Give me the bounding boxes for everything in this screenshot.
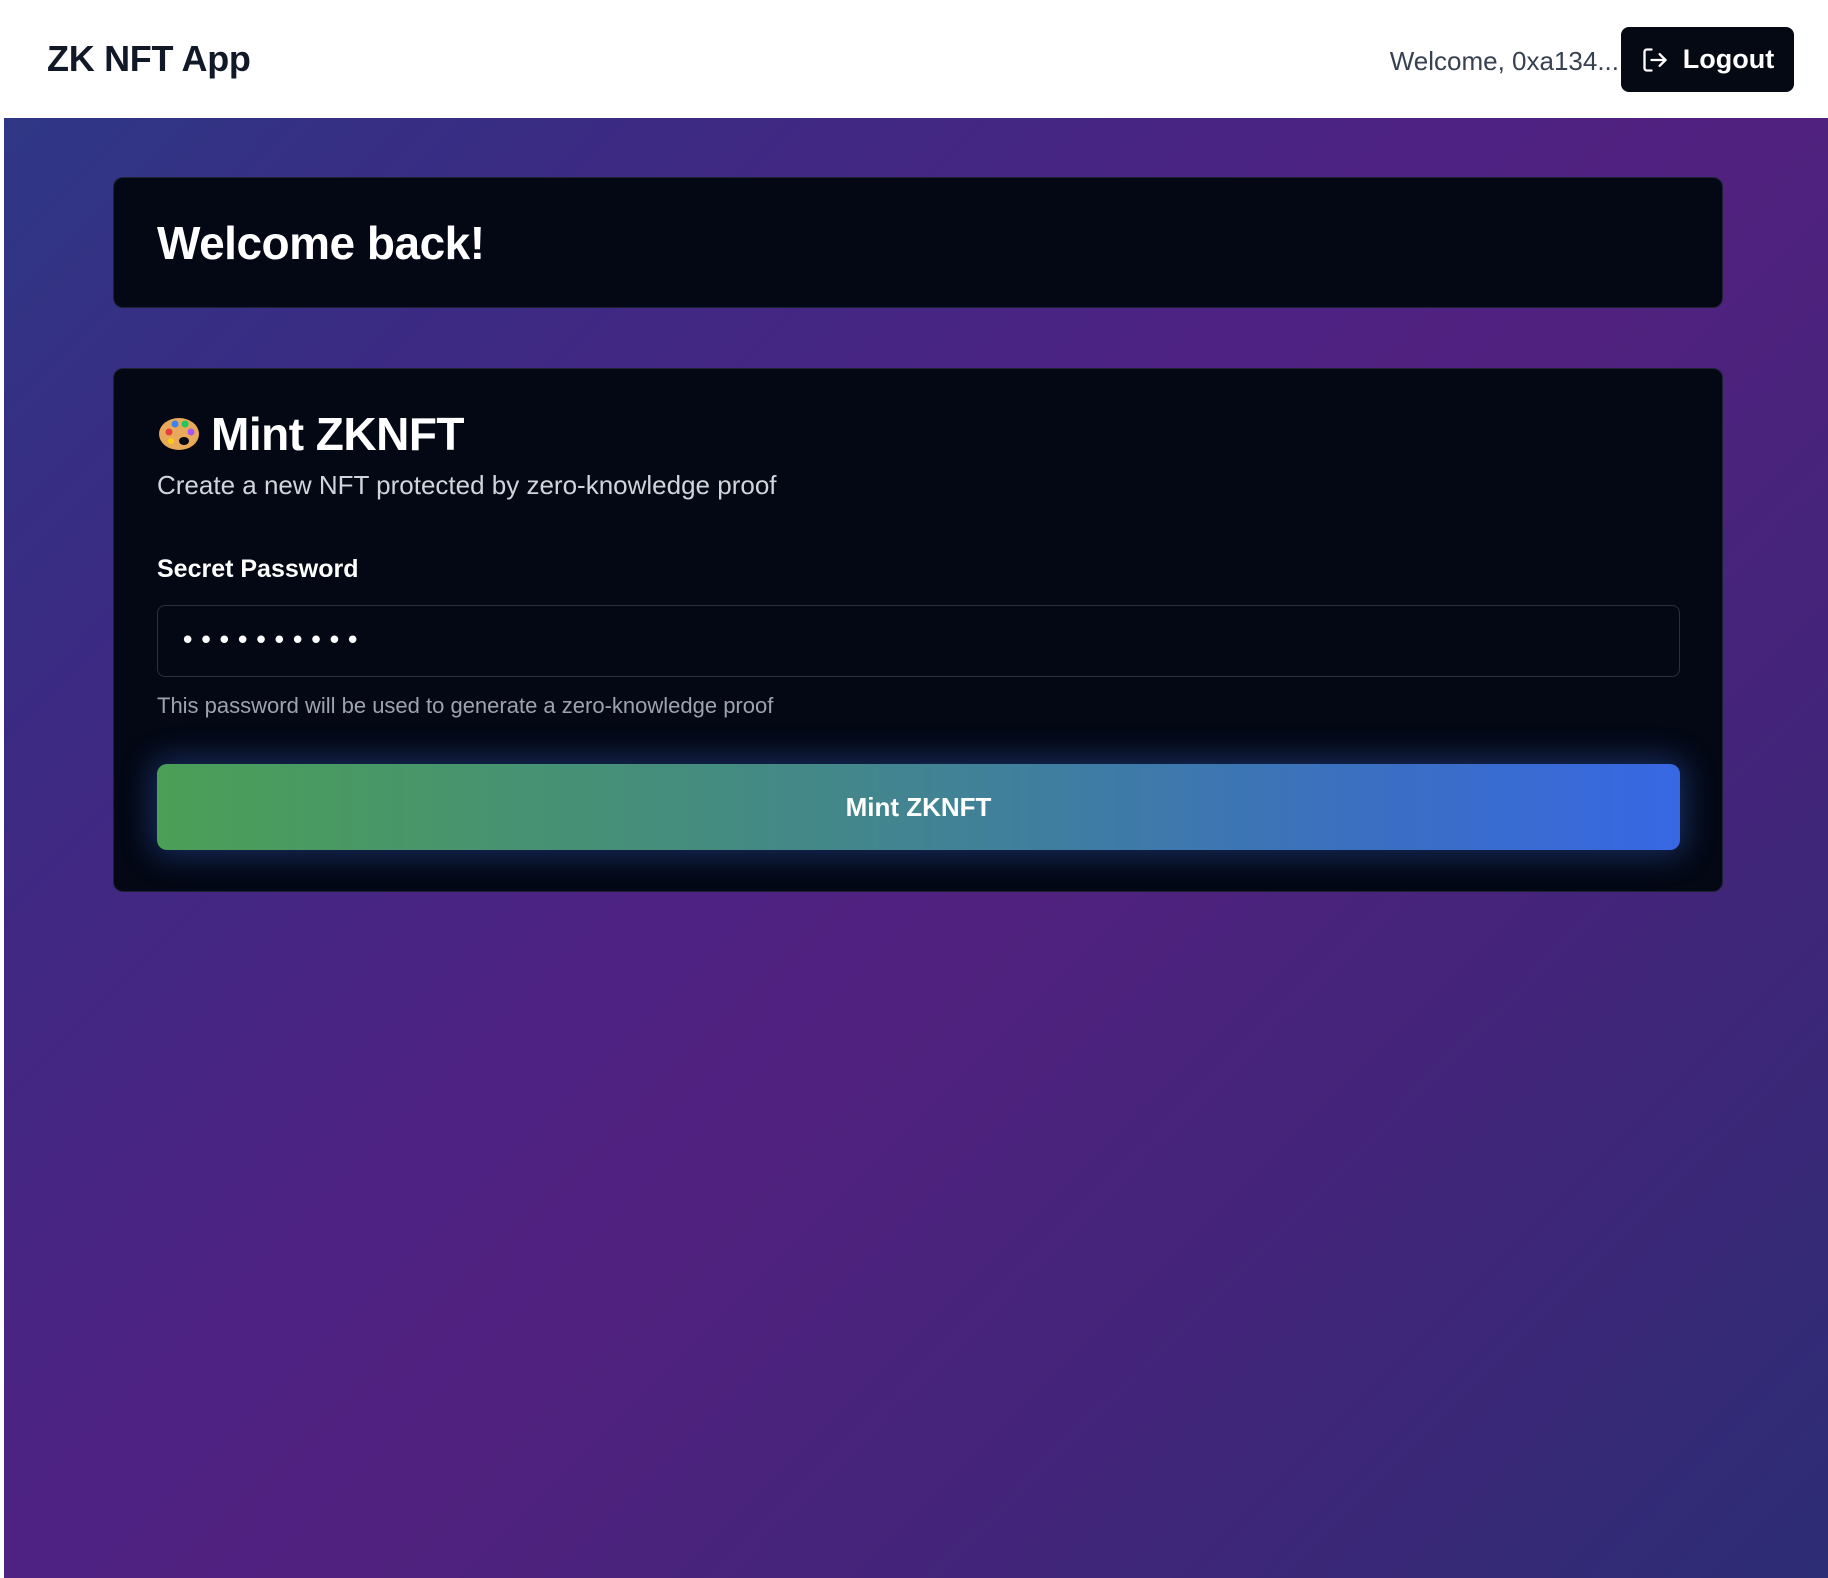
logout-label: Logout [1682, 44, 1775, 74]
app-brand[interactable]: ZK NFT App [47, 38, 251, 80]
mint-zknft-button[interactable]: Mint ZKNFT [157, 764, 1680, 850]
mint-subtitle: Create a new NFT protected by zero-knowl… [157, 470, 777, 500]
welcome-user-text: Welcome, 0xa134... [1389, 46, 1619, 76]
password-label: Secret Password [157, 555, 359, 583]
palette-icon [159, 418, 199, 450]
welcome-heading: Welcome back! [157, 217, 485, 269]
app-background: ZK NFT App Welcome, 0xa134... Logout Wel… [4, 2, 1828, 1578]
mint-card: Mint ZKNFT Create a new NFT protected by… [113, 368, 1723, 892]
password-hint: This password will be used to generate a… [157, 693, 774, 718]
top-navbar: ZK NFT App Welcome, 0xa134... Logout [4, 2, 1828, 118]
mint-title-row: Mint ZKNFT [157, 407, 465, 461]
logout-button[interactable]: Logout [1621, 27, 1794, 92]
logout-icon [1643, 47, 1667, 72]
secret-password-input[interactable] [157, 605, 1680, 677]
welcome-card: Welcome back! [113, 177, 1723, 308]
mint-title: Mint ZKNFT [211, 408, 465, 460]
